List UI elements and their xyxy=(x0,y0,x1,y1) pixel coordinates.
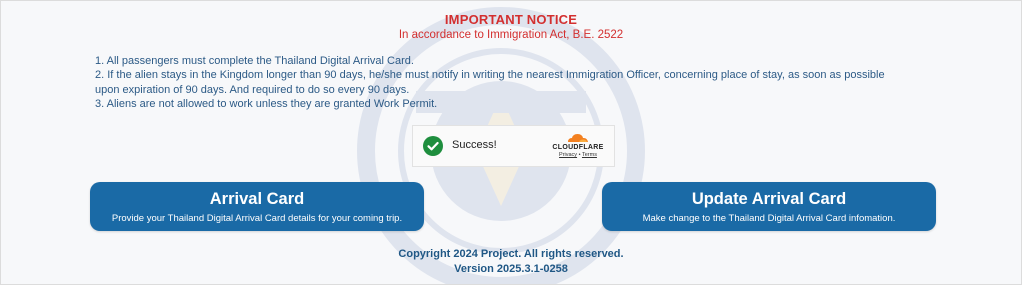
captcha-status-text: Success! xyxy=(452,139,497,151)
update-arrival-card-button[interactable]: Update Arrival Card Make change to the T… xyxy=(602,182,936,231)
rule-item: 1. All passengers must complete the Thai… xyxy=(95,55,414,67)
update-arrival-card-button-title: Update Arrival Card xyxy=(691,190,847,208)
arrival-card-button[interactable]: Arrival Card Provide your Thailand Digit… xyxy=(90,182,424,231)
rule-item: 3. Aliens are not allowed to work unless… xyxy=(95,97,438,110)
page: IMPORTANT NOTICE In accordance to Immigr… xyxy=(0,0,1022,285)
notice-subtitle: In accordance to Immigration Act, B.E. 2… xyxy=(398,29,624,41)
cloudflare-links: Privacy • Terms xyxy=(551,152,605,158)
link-separator: • xyxy=(578,152,581,158)
rules-list: 1. All passengers must complete the Thai… xyxy=(95,54,895,111)
check-circle-icon xyxy=(423,136,443,156)
cloudflare-brand-text: CLOUDFLARE xyxy=(552,144,604,151)
cloudflare-captcha-widget[interactable]: Success! CLOUDFLARE Privacy • Terms xyxy=(412,125,615,167)
footer-copyright: Copyright 2024 Project. All rights reser… xyxy=(398,248,624,260)
notice-title: IMPORTANT NOTICE xyxy=(444,12,578,27)
rule-item: 2. If the alien stays in the Kingdom lon… xyxy=(95,69,885,96)
terms-link[interactable]: Terms xyxy=(582,152,597,158)
cloudflare-cloud-icon xyxy=(568,134,588,142)
privacy-link[interactable]: Privacy xyxy=(559,152,577,158)
arrival-card-button-description: Provide your Thailand Digital Arrival Ca… xyxy=(111,213,403,224)
cloudflare-logo: CLOUDFLARE Privacy • Terms xyxy=(551,132,605,158)
footer-version: Version 2025.3.1-0258 xyxy=(454,263,568,275)
arrival-card-button-title: Arrival Card xyxy=(209,190,305,208)
update-arrival-card-button-description: Make change to the Thailand Digital Arri… xyxy=(642,213,896,224)
